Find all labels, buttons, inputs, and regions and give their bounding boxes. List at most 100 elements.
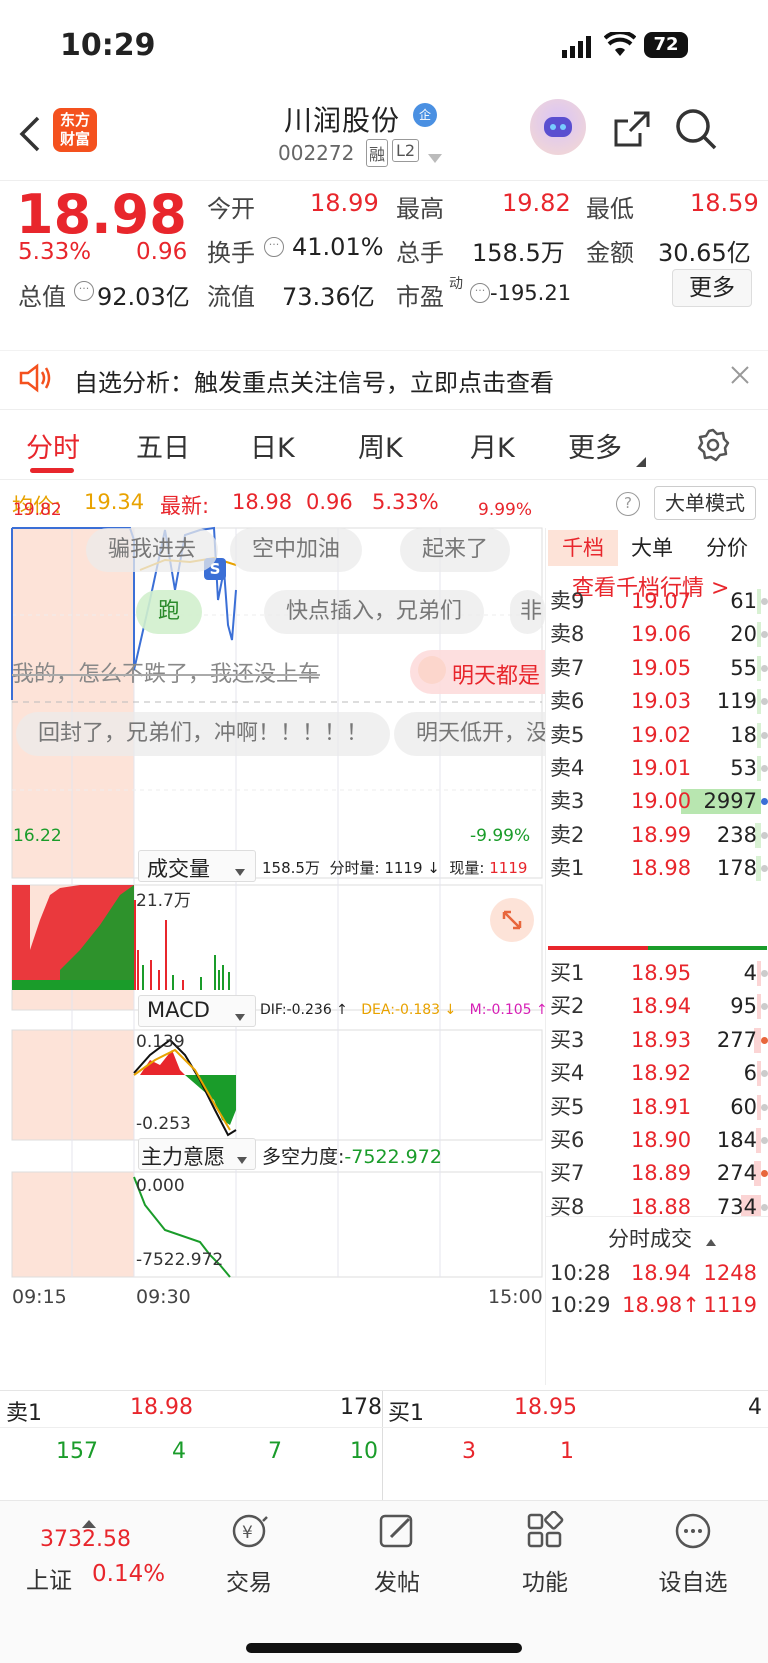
volume-selector[interactable]: 成交量 xyxy=(138,850,256,882)
book-tab-dadan[interactable]: 大单 xyxy=(631,530,673,566)
level-label: 卖5 xyxy=(550,722,585,747)
tab-5day[interactable]: 五日 xyxy=(136,426,190,465)
ask-level-row[interactable]: 卖6 19.03 119 xyxy=(546,684,768,719)
bid-level-row[interactable]: 买4 18.92 6 xyxy=(546,1056,768,1091)
level-label: 买1 xyxy=(550,961,585,985)
ratio-bar-green xyxy=(648,946,767,950)
open-label: 今开 xyxy=(207,195,255,223)
nav-trade[interactable]: ¥ 交易 xyxy=(194,1511,304,1597)
bid-level-row[interactable]: 买5 18.91 60 xyxy=(546,1090,768,1125)
ask-level-row[interactable]: 卖7 19.05 55 xyxy=(546,651,768,686)
book-tab-qiandang[interactable]: 千档 xyxy=(548,530,618,566)
more-dots-icon[interactable]: ··· xyxy=(264,237,284,257)
edit-icon xyxy=(379,1514,413,1548)
nav-add-watchlist[interactable]: 设自选 xyxy=(638,1511,748,1597)
level-price: 18.90 xyxy=(630,1128,692,1152)
bid-level-row[interactable]: 买3 18.93 277 xyxy=(546,1023,768,1058)
premarket-zone-zl xyxy=(12,1172,134,1277)
gear-icon[interactable] xyxy=(696,428,730,466)
macd-ymax: 0.139 xyxy=(136,1032,185,1052)
level-price: 18.91 xyxy=(630,1094,692,1119)
queue-summary: 卖1 18.98 178 买1 18.95 4 157 4 7 10 3 1 xyxy=(0,1390,768,1501)
ask-level-row[interactable]: 卖1 18.98 178 xyxy=(546,851,768,886)
level-dot xyxy=(761,631,768,639)
expand-icon[interactable] xyxy=(490,898,534,942)
trade-price: 18.98↑ xyxy=(622,1293,700,1317)
level-dot xyxy=(761,765,768,772)
level-price: 19.02 xyxy=(630,722,692,747)
bid-level-row[interactable]: 买2 18.94 95 xyxy=(546,989,768,1024)
buy1-volume: 4 xyxy=(748,1395,762,1420)
level-price: 19.06 xyxy=(630,622,692,647)
level-dot xyxy=(761,831,768,839)
index-widget[interactable]: 3732.58 上证 0.14% xyxy=(20,1511,170,1601)
level-price: 19.03 xyxy=(630,689,692,714)
robot-avatar[interactable] xyxy=(530,99,586,155)
bid-level-row[interactable]: 买1 18.95 4 xyxy=(546,956,768,991)
share-icon[interactable] xyxy=(612,109,652,153)
tab-month-k[interactable]: 月K xyxy=(470,426,515,465)
tab-day-k[interactable]: 日K xyxy=(250,426,295,465)
level-price: 19.01 xyxy=(630,756,692,780)
open-value: 18.99 xyxy=(310,189,379,217)
caret-icon xyxy=(636,452,646,471)
intraday-chart[interactable]: 19.82 16.22 9.99% -9.99% S 骗我进去 空中加油 起来了… xyxy=(0,480,548,1385)
margin-badge: 融 xyxy=(366,139,389,167)
trade-icon: ¥ xyxy=(232,1514,268,1548)
bid-level-row[interactable]: 买6 18.90 184 xyxy=(546,1123,768,1158)
level-volume: 4 xyxy=(743,961,757,985)
ratio-bar-red xyxy=(548,946,648,950)
level-volume: 18 xyxy=(730,722,757,747)
ask-level-row[interactable]: 卖8 19.06 20 xyxy=(546,617,768,652)
price-ymax: 19.82 xyxy=(13,500,62,520)
ask-level-row[interactable]: 卖9 19.07 61 xyxy=(546,584,768,619)
help-icon[interactable]: ? xyxy=(616,492,640,516)
chevron-down-icon[interactable] xyxy=(428,149,442,168)
speaker-icon xyxy=(18,363,52,397)
analysis-banner[interactable]: 自选分析：触发重点关注信号，立即点击查看 xyxy=(0,350,768,410)
level-label: 卖2 xyxy=(550,822,585,847)
trades-header[interactable]: 分时成交 xyxy=(546,1216,768,1256)
level-volume: 61 xyxy=(730,589,757,613)
book-tab-fenjia[interactable]: 分价 xyxy=(706,530,748,566)
sell1-label: 卖1 xyxy=(6,1401,42,1426)
more-button[interactable]: 更多 xyxy=(672,269,752,307)
low-label: 最低 xyxy=(586,195,634,223)
volume-ymax: 21.7万 xyxy=(136,891,191,911)
search-icon[interactable] xyxy=(674,107,718,155)
pe-sup: 动 xyxy=(449,276,463,292)
ask-level-row[interactable]: 卖5 19.02 18 xyxy=(546,718,768,753)
nav-post[interactable]: 发帖 xyxy=(342,1511,452,1597)
app-logo: 东方 财富 xyxy=(53,108,97,152)
bid-level-row[interactable]: 买7 18.89 274 xyxy=(546,1156,768,1191)
tab-week-k[interactable]: 周K xyxy=(358,426,403,465)
trade-row: 10:28 18.94 1248 xyxy=(546,1256,768,1291)
ask-level-row[interactable]: 卖3 19.00 2997 xyxy=(546,784,768,819)
macd-ymin: -0.253 xyxy=(136,1114,191,1134)
level-label: 卖8 xyxy=(550,622,585,647)
amount-label: 金额 xyxy=(586,239,634,267)
high-label: 最高 xyxy=(396,195,444,223)
nav-functions[interactable]: 功能 xyxy=(490,1510,600,1597)
big-order-mode-button[interactable]: 大单模式 xyxy=(654,486,756,520)
more-dots-icon[interactable]: ··· xyxy=(470,283,490,303)
back-icon[interactable] xyxy=(18,115,42,157)
ask-level-row[interactable]: 卖2 18.99 238 xyxy=(546,818,768,853)
macd-stats: DIF:-0.236 ↑ DEA:-0.183 ↓ M:-0.105 ↑ xyxy=(260,1002,548,1018)
caret-down-icon xyxy=(235,862,245,881)
trade-volume: 1248 xyxy=(703,1261,757,1285)
tab-more[interactable]: 更多 xyxy=(568,426,622,465)
sell-queue-item: 7 xyxy=(268,1439,282,1464)
zl-selector[interactable]: 主力意愿 xyxy=(138,1138,256,1170)
ask-level-row[interactable]: 卖4 19.01 53 xyxy=(546,751,768,786)
level-volume: 277 xyxy=(716,1027,757,1052)
close-icon[interactable] xyxy=(730,365,750,389)
tab-fenshi[interactable]: 分时 xyxy=(26,426,80,465)
level-dot xyxy=(761,698,768,706)
danmaku-bubble: 非 xyxy=(510,590,545,634)
more-dots-icon[interactable]: ··· xyxy=(74,281,94,301)
macd-selector[interactable]: MACD xyxy=(138,995,256,1027)
level-price: 18.98 xyxy=(630,856,692,881)
high-value: 19.82 xyxy=(502,189,571,217)
buy-queue-item: 1 xyxy=(560,1439,574,1464)
